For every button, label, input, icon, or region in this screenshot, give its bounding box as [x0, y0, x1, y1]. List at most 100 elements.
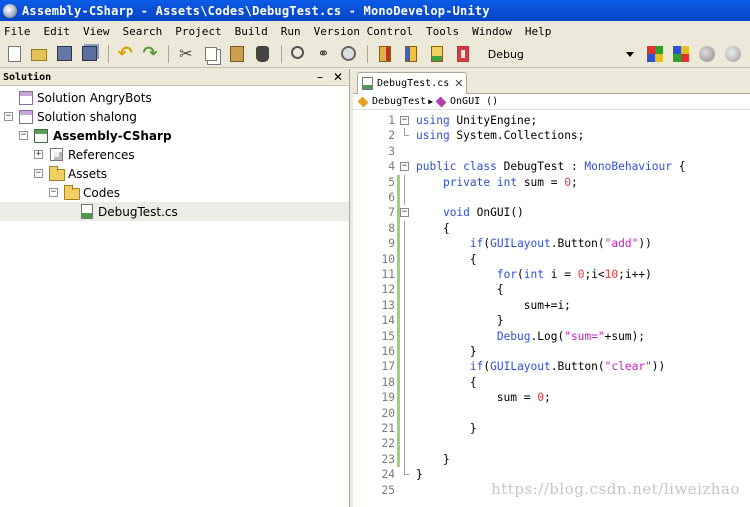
- fold-guide: [404, 359, 405, 375]
- code-line[interactable]: 14 }: [353, 313, 750, 329]
- line-number: 2: [388, 129, 395, 143]
- method-icon: [435, 96, 447, 107]
- tab-debugtest-cs[interactable]: DebugTest.cs ✕: [357, 72, 467, 94]
- menu-tools[interactable]: Tools: [426, 25, 459, 38]
- code-line[interactable]: 16 }: [353, 344, 750, 360]
- code-line[interactable]: 3: [353, 144, 750, 159]
- run-button[interactable]: [724, 45, 742, 63]
- build-button[interactable]: [646, 45, 664, 63]
- menu-version-control[interactable]: Version Control: [314, 25, 413, 38]
- code-line[interactable]: 7− void OnGUI(): [353, 205, 750, 221]
- change-marker: [397, 405, 400, 421]
- line-number: 17: [381, 360, 395, 374]
- code-line[interactable]: 13 sum+=i;: [353, 297, 750, 314]
- code-text: Debug.Log("sum="+sum);: [496, 329, 646, 343]
- menu-window[interactable]: Window: [472, 25, 512, 38]
- code-text: sum+=i;: [416, 298, 571, 312]
- collapse-icon[interactable]: −: [19, 131, 28, 140]
- tree-item-assets[interactable]: − Assets: [0, 164, 349, 183]
- code-line[interactable]: 1− using UnityEngine;: [353, 113, 750, 128]
- code-area[interactable]: 1− using UnityEngine; 2 using System.Collec…: [353, 110, 750, 507]
- undo-button[interactable]: ↶: [117, 45, 134, 63]
- code-line[interactable]: 10 {: [353, 251, 750, 267]
- save-button[interactable]: [56, 45, 73, 63]
- copy-button[interactable]: [202, 45, 220, 63]
- menu-file[interactable]: File: [4, 25, 31, 38]
- code-line[interactable]: 12 {: [353, 282, 750, 298]
- minimize-pane-button[interactable]: –: [317, 71, 323, 83]
- code-line[interactable]: 8 {: [353, 220, 750, 237]
- code-line[interactable]: 2 using System.Collections;: [353, 128, 750, 143]
- paste-button[interactable]: [228, 45, 246, 63]
- tree-item-codes[interactable]: − Codes: [0, 183, 349, 202]
- code-line[interactable]: 20: [353, 405, 750, 421]
- tree-item-solution-angrybots[interactable]: Solution AngryBots: [0, 88, 349, 107]
- code-line[interactable]: 19 sum = 0;: [353, 390, 750, 406]
- code-line[interactable]: 21 }: [353, 421, 750, 437]
- code-line[interactable]: 17 if(GUILayout.Button("clear")): [353, 359, 750, 375]
- close-tab-icon[interactable]: ✕: [454, 77, 463, 90]
- code-line[interactable]: 11 for(int i = 0;i<10;i++): [353, 267, 750, 283]
- new-file-button[interactable]: [6, 45, 23, 63]
- menu-edit[interactable]: Edit: [44, 25, 71, 38]
- code-line[interactable]: 6: [353, 190, 750, 206]
- cut-button[interactable]: ✂: [177, 45, 194, 63]
- change-marker: [397, 421, 400, 437]
- pane-controls: – ✕: [307, 71, 343, 83]
- configuration-dropdown-arrow-icon[interactable]: [623, 45, 636, 63]
- code-line[interactable]: 23 }: [353, 451, 750, 468]
- tree-item-solution-shalong[interactable]: − Solution shalong: [0, 107, 349, 126]
- delete-button[interactable]: [254, 45, 271, 63]
- line-number: 14: [381, 314, 395, 328]
- replace-button[interactable]: [340, 45, 357, 63]
- fold-collapse-icon[interactable]: −: [400, 208, 409, 218]
- redo-button[interactable]: ↷: [142, 45, 159, 63]
- monodevelop-app-icon[interactable]: [3, 3, 17, 18]
- code-line[interactable]: 18 {: [353, 374, 750, 391]
- title-bar[interactable]: Assembly-CSharp - Assets\Codes\DebugTest…: [0, 0, 750, 21]
- save-all-button[interactable]: [81, 45, 98, 63]
- path-class[interactable]: DebugTest: [372, 96, 426, 107]
- clean-button[interactable]: [698, 45, 716, 63]
- fold-collapse-icon[interactable]: −: [400, 116, 409, 125]
- code-line[interactable]: 4− public class DebugTest : MonoBehaviour…: [353, 159, 750, 174]
- solution-pane-title: Solution: [3, 71, 52, 83]
- menu-run[interactable]: Run: [281, 25, 301, 38]
- close-pane-button[interactable]: ✕: [333, 71, 343, 83]
- collapse-icon[interactable]: −: [4, 112, 13, 121]
- line-number: 9: [388, 237, 395, 251]
- menu-build[interactable]: Build: [235, 25, 268, 38]
- code-line[interactable]: 15 Debug.Log("sum="+sum);: [353, 328, 750, 344]
- code-text: using System.Collections;: [416, 129, 585, 143]
- path-method[interactable]: OnGUI (): [450, 96, 498, 107]
- fold-guide: [404, 267, 405, 283]
- collapse-icon[interactable]: −: [34, 169, 43, 178]
- fold-collapse-icon[interactable]: −: [400, 162, 409, 172]
- code-line[interactable]: 22: [353, 436, 750, 452]
- expand-icon[interactable]: +: [34, 150, 43, 159]
- change-marker: [397, 282, 400, 298]
- rebuild-blocks-icon: [673, 46, 690, 62]
- code-text: {: [416, 221, 450, 235]
- tree-item-assembly-csharp[interactable]: − Assembly-CSharp: [0, 126, 349, 145]
- code-line[interactable]: 5 private int sum = 0;: [353, 174, 750, 190]
- menu-help[interactable]: Help: [525, 25, 552, 38]
- menu-view[interactable]: View: [83, 25, 110, 38]
- find-button[interactable]: [290, 45, 307, 63]
- toolbar-separator: [107, 45, 109, 63]
- toggle-bookmark-button[interactable]: [376, 45, 394, 63]
- rebuild-button[interactable]: [672, 45, 690, 63]
- configuration-select[interactable]: Debug: [484, 44, 613, 64]
- menu-search[interactable]: Search: [123, 25, 163, 38]
- tree-item-debugtest-cs[interactable]: DebugTest.cs: [0, 202, 349, 221]
- clear-bookmarks-button[interactable]: [454, 45, 472, 63]
- find-in-files-button[interactable]: ⚭: [315, 45, 332, 63]
- line-number: 11: [381, 268, 395, 281]
- code-line[interactable]: 9 if(GUILayout.Button("add")): [353, 236, 750, 252]
- open-button[interactable]: [31, 45, 48, 63]
- next-bookmark-button[interactable]: [428, 45, 446, 63]
- previous-bookmark-button[interactable]: [402, 45, 420, 63]
- tree-item-references[interactable]: + References: [0, 145, 349, 164]
- menu-project[interactable]: Project: [175, 25, 221, 38]
- collapse-icon[interactable]: −: [49, 188, 58, 197]
